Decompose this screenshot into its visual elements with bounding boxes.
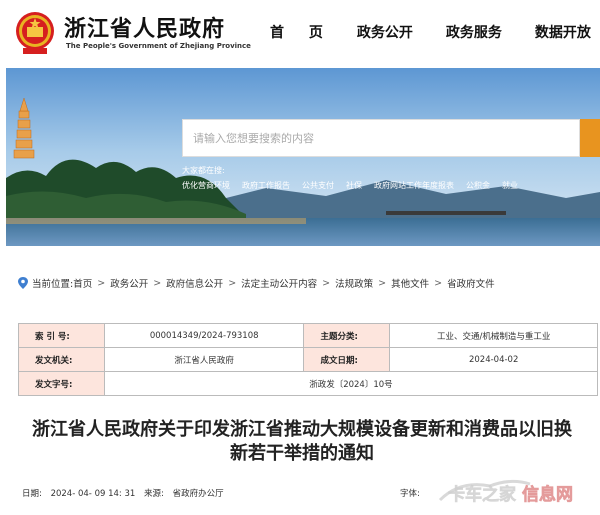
index-label: 索 引 号:	[18, 323, 105, 348]
hero-banner: 大家都在搜: 优化营商环境 政府工作报告 公共支付 社保 政府网站工作年度报表 …	[6, 68, 600, 246]
nav-gov-affairs-open[interactable]: 政务公开	[357, 22, 413, 42]
font-size-control[interactable]: 字体:	[400, 487, 420, 499]
nav-data-open[interactable]: 数据开放	[535, 22, 591, 42]
crumb-separator: >	[228, 277, 237, 289]
hot-search-title: 大家都在搜:	[182, 166, 225, 175]
brand-title[interactable]: 浙江省人民政府	[64, 11, 225, 43]
meta-source-label: 来源:	[143, 489, 164, 499]
document-info-table: 索 引 号: 000014349/2024-793108 主题分类: 工业、交通…	[18, 323, 599, 396]
document-meta: 日期: 2024- 04- 09 14: 31 来源: 省政府办公厅	[22, 487, 230, 499]
brand-subtitle: The People's Government of Zhejiang Prov…	[66, 42, 251, 50]
meta-source-value: 省政府办公厅	[172, 489, 224, 499]
category-value: 工业、交通/机械制造与重工业	[389, 323, 598, 348]
hot-link[interactable]: 政府网站工作年度报表	[374, 180, 454, 191]
docno-value: 浙政发〔2024〕10号	[103, 371, 599, 396]
nav-gov-services[interactable]: 政务服务	[446, 22, 502, 42]
date-value: 2024-04-02	[389, 347, 598, 372]
nav-home[interactable]: 首 页	[270, 22, 333, 42]
document-title-line: 新若干举措的通知	[230, 443, 374, 464]
meta-date-value: 2024- 04- 09 14: 31	[50, 489, 136, 499]
index-value: 000014349/2024-793108	[103, 323, 305, 348]
hot-link[interactable]: 就业	[502, 180, 518, 191]
table-row: 发文字号: 浙政发〔2024〕10号	[18, 371, 599, 396]
hot-link[interactable]: 公积金	[466, 180, 490, 191]
search-button[interactable]	[580, 119, 600, 157]
crumb-separator: >	[97, 277, 106, 289]
crumb-regulations[interactable]: 法规政策	[335, 276, 373, 290]
crumb-home[interactable]: 首页	[73, 276, 92, 290]
location-pin-icon	[18, 277, 28, 289]
issuer-label: 发文机关:	[18, 347, 105, 372]
breadcrumb: 当前位置: 首页 > 政务公开 > 政府信息公开 > 法定主动公开内容 > 法规…	[18, 276, 495, 290]
breadcrumb-prefix: 当前位置:	[32, 279, 74, 290]
site-watermark-logo: 卡车之家 信息网	[438, 479, 573, 505]
issuer-value: 浙江省人民政府	[103, 347, 305, 372]
search-box	[182, 119, 580, 157]
crumb-gov-affairs[interactable]: 政务公开	[110, 276, 148, 290]
hot-link[interactable]: 优化营商环境	[182, 180, 230, 191]
hot-search-links: 优化营商环境 政府工作报告 公共支付 社保 政府网站工作年度报表 公积金 就业	[182, 180, 530, 191]
category-label: 主题分类:	[303, 323, 391, 348]
date-label: 成文日期:	[303, 347, 391, 372]
table-row: 索 引 号: 000014349/2024-793108 主题分类: 工业、交通…	[18, 323, 598, 348]
crumb-statutory[interactable]: 法定主动公开内容	[241, 276, 317, 290]
crumb-other-files[interactable]: 其他文件	[391, 276, 429, 290]
crumb-separator: >	[153, 277, 162, 289]
crumb-separator: >	[434, 277, 443, 289]
document-title-line: 浙江省人民政府关于印发浙江省推动大规模设备更新和消费品以旧换	[32, 419, 572, 440]
document-title: 浙江省人民政府关于印发浙江省推动大规模设备更新和消费品以旧换 新若干举措的通知	[10, 418, 594, 466]
national-emblem-icon[interactable]	[14, 10, 56, 56]
main-nav: 首 页 政务公开 政务服务 数据开放	[270, 22, 600, 42]
crumb-separator: >	[322, 277, 331, 289]
hot-link[interactable]: 公共支付	[302, 180, 334, 191]
svg-text:卡车之家: 卡车之家	[448, 484, 516, 505]
table-row: 发文机关: 浙江省人民政府 成文日期: 2024-04-02	[18, 347, 598, 372]
westlake-scenery-image	[6, 68, 600, 246]
docno-label: 发文字号:	[18, 371, 105, 396]
crumb-provincial-files[interactable]: 省政府文件	[447, 276, 495, 290]
site-header: 浙江省人民政府 The People's Government of Zheji…	[0, 0, 600, 66]
search-input[interactable]	[183, 120, 579, 156]
crumb-separator: >	[378, 277, 387, 289]
hot-link[interactable]: 社保	[346, 180, 362, 191]
svg-text:信息网: 信息网	[522, 484, 573, 505]
hot-link[interactable]: 政府工作报告	[242, 180, 290, 191]
crumb-gov-info[interactable]: 政府信息公开	[166, 276, 223, 290]
meta-date-label: 日期:	[22, 489, 42, 499]
